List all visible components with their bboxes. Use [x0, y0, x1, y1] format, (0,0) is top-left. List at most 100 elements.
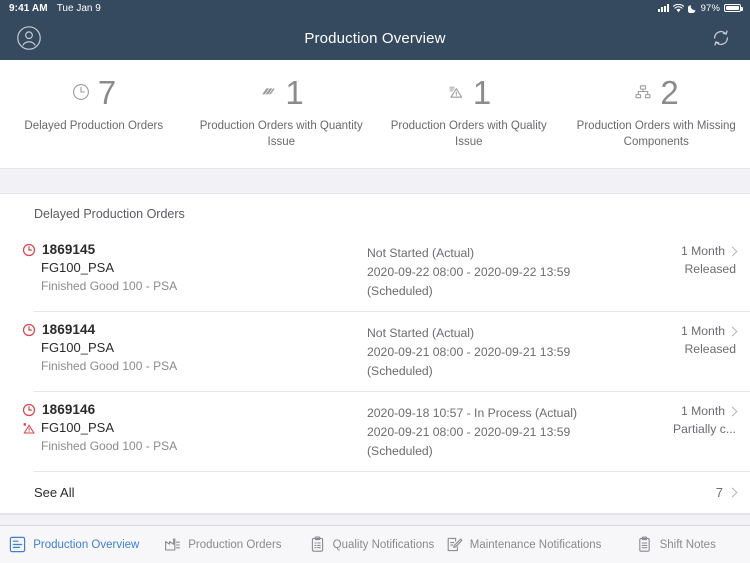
- actual-status: 2020-09-18 10:57 - In Process (Actual): [367, 406, 578, 421]
- kpi-strip: 7 Delayed Production Orders 1 Production…: [0, 60, 750, 169]
- see-all-label: See All: [34, 485, 75, 501]
- duration-value: 1 Month: [680, 244, 725, 259]
- material-description: Finished Good 100 - PSA: [41, 279, 178, 294]
- duration-value: 1 Month: [680, 404, 725, 419]
- table-row[interactable]: 1869146 FG100_PSA Finished Good 100 - PS…: [0, 392, 750, 473]
- row-material-line: FG100_PSA: [22, 260, 367, 275]
- tab-quality-notifications[interactable]: Quality Notifications: [297, 536, 446, 553]
- shift-notes-icon: [636, 536, 653, 553]
- kpi-label: Production Orders with Missing Component…: [576, 120, 736, 148]
- material-description: Finished Good 100 - PSA: [41, 359, 178, 374]
- hierarchy-icon: [633, 82, 653, 102]
- scheduled-label: (Scheduled): [367, 284, 433, 299]
- maintenance-notifications-icon: [446, 536, 463, 553]
- kpi-top-row: 1: [446, 74, 492, 110]
- status-bar-time: 9:41 AM: [9, 2, 48, 14]
- chevron-right-icon[interactable]: [727, 487, 738, 498]
- clock-icon: [71, 82, 91, 102]
- order-state: Released: [684, 262, 737, 277]
- section-divider: [0, 168, 750, 195]
- kpi-top-row: 1: [258, 74, 304, 110]
- clock-delayed-icon: [22, 403, 36, 417]
- tab-label: Production Orders: [188, 538, 282, 551]
- kpi-card-missing-components[interactable]: 2 Production Orders with Missing Compone…: [563, 74, 750, 150]
- clock-delayed-icon: [22, 323, 36, 337]
- row-primary-info: 1869146 FG100_PSA Finished Good 100 - PS…: [22, 402, 367, 461]
- actual-status: Not Started (Actual): [367, 326, 475, 341]
- tab-shift-notes[interactable]: Shift Notes: [601, 536, 750, 553]
- scheduled-label: (Scheduled): [367, 364, 433, 379]
- tab-label: Shift Notes: [659, 538, 716, 551]
- user-avatar-icon[interactable]: [12, 21, 46, 55]
- see-all-row[interactable]: See All 7: [0, 472, 750, 515]
- quality-notifications-icon: [309, 536, 326, 553]
- row-duration-line: 1 Month: [624, 404, 738, 419]
- actual-status: Not Started (Actual): [367, 246, 475, 261]
- kpi-card-quality-issue[interactable]: 1 Production Orders with Quality Issue: [375, 74, 563, 150]
- kpi-label: Production Orders with Quality Issue: [390, 120, 547, 148]
- table-row[interactable]: 1869144 FG100_PSA Finished Good 100 - PS…: [0, 312, 750, 393]
- kpi-value: 1: [472, 73, 492, 111]
- material-description: Finished Good 100 - PSA: [41, 439, 178, 454]
- row-id-line: 1869144: [22, 322, 367, 337]
- tab-label: Production Overview: [33, 538, 140, 551]
- battery-icon: [724, 3, 743, 13]
- row-dates: 2020-09-18 10:57 - In Process (Actual) 2…: [367, 402, 624, 461]
- status-bar: 9:41 AM Tue Jan 9 97%: [0, 0, 750, 16]
- see-all-count: 7: [715, 485, 723, 501]
- tab-label: Quality Notifications: [332, 538, 435, 551]
- order-state: Partially c...: [673, 422, 736, 437]
- signal-icon: [657, 4, 669, 12]
- kpi-value: 1: [285, 73, 305, 111]
- status-bar-indicators: 97%: [657, 2, 743, 14]
- duration-value: 1 Month: [680, 324, 725, 339]
- chevron-right-icon[interactable]: [727, 406, 738, 417]
- row-status: 1 Month Released: [624, 242, 738, 301]
- kpi-card-delayed-production-orders[interactable]: 7 Delayed Production Orders: [0, 74, 188, 150]
- material-number: FG100_PSA: [41, 260, 114, 276]
- tab-production-overview[interactable]: Production Overview: [0, 536, 149, 553]
- section-header-delayed: Delayed Production Orders: [0, 194, 750, 233]
- quality-icon: [446, 82, 466, 102]
- content-scroll-area[interactable]: 7 Delayed Production Orders 1 Production…: [0, 60, 750, 525]
- table-row[interactable]: 1869145 FG100_PSA Finished Good 100 - PS…: [0, 232, 750, 313]
- status-bar-date: Tue Jan 9: [56, 2, 101, 14]
- scheduled-range: 2020-09-22 08:00 - 2020-09-22 13:59: [367, 265, 571, 280]
- kpi-label: Production Orders with Quantity Issue: [199, 120, 363, 148]
- moon-icon: [687, 4, 697, 13]
- battery-percent-label: 97%: [700, 2, 720, 14]
- order-id: 1869145: [42, 242, 96, 258]
- section-divider: [0, 514, 750, 525]
- chevron-right-icon[interactable]: [727, 326, 738, 337]
- page-title: Production Overview: [304, 29, 446, 47]
- material-number: FG100_PSA: [41, 340, 114, 356]
- tab-maintenance-notifications[interactable]: Maintenance Notifications: [446, 536, 602, 553]
- scheduled-range: 2020-09-21 08:00 - 2020-09-21 13:59: [367, 345, 571, 360]
- navigation-bar: Production Overview: [0, 16, 750, 60]
- wifi-icon: [672, 3, 684, 13]
- order-id: 1869146: [42, 402, 96, 418]
- tab-production-orders[interactable]: Production Orders: [149, 536, 298, 553]
- quality-issue-icon: [22, 421, 36, 435]
- row-material-line: FG100_PSA: [22, 420, 367, 435]
- refresh-icon[interactable]: [704, 21, 738, 55]
- bottom-tab-bar: Production Overview Production Orders Qu…: [0, 525, 750, 563]
- production-orders-icon: [164, 536, 181, 553]
- row-dates: Not Started (Actual) 2020-09-21 08:00 - …: [367, 322, 624, 381]
- kpi-value: 7: [97, 73, 117, 111]
- kpi-top-row: 7: [71, 74, 117, 110]
- kpi-label: Delayed Production Orders: [24, 120, 164, 132]
- order-state: Released: [684, 342, 737, 357]
- material-number: FG100_PSA: [41, 420, 114, 436]
- chevron-right-icon[interactable]: [727, 246, 738, 256]
- row-primary-info: 1869144 FG100_PSA Finished Good 100 - PS…: [22, 322, 367, 381]
- kpi-card-quantity-issue[interactable]: 1 Production Orders with Quantity Issue: [188, 74, 376, 150]
- scheduled-label: (Scheduled): [367, 444, 433, 459]
- row-status: 1 Month Partially c...: [624, 402, 738, 461]
- see-all-count-group: 7: [715, 485, 738, 501]
- row-id-line: 1869145: [22, 242, 367, 257]
- kpi-top-row: 2: [633, 74, 679, 110]
- kpi-value: 2: [660, 73, 680, 111]
- row-status: 1 Month Released: [624, 322, 738, 381]
- tab-label: Maintenance Notifications: [469, 538, 602, 551]
